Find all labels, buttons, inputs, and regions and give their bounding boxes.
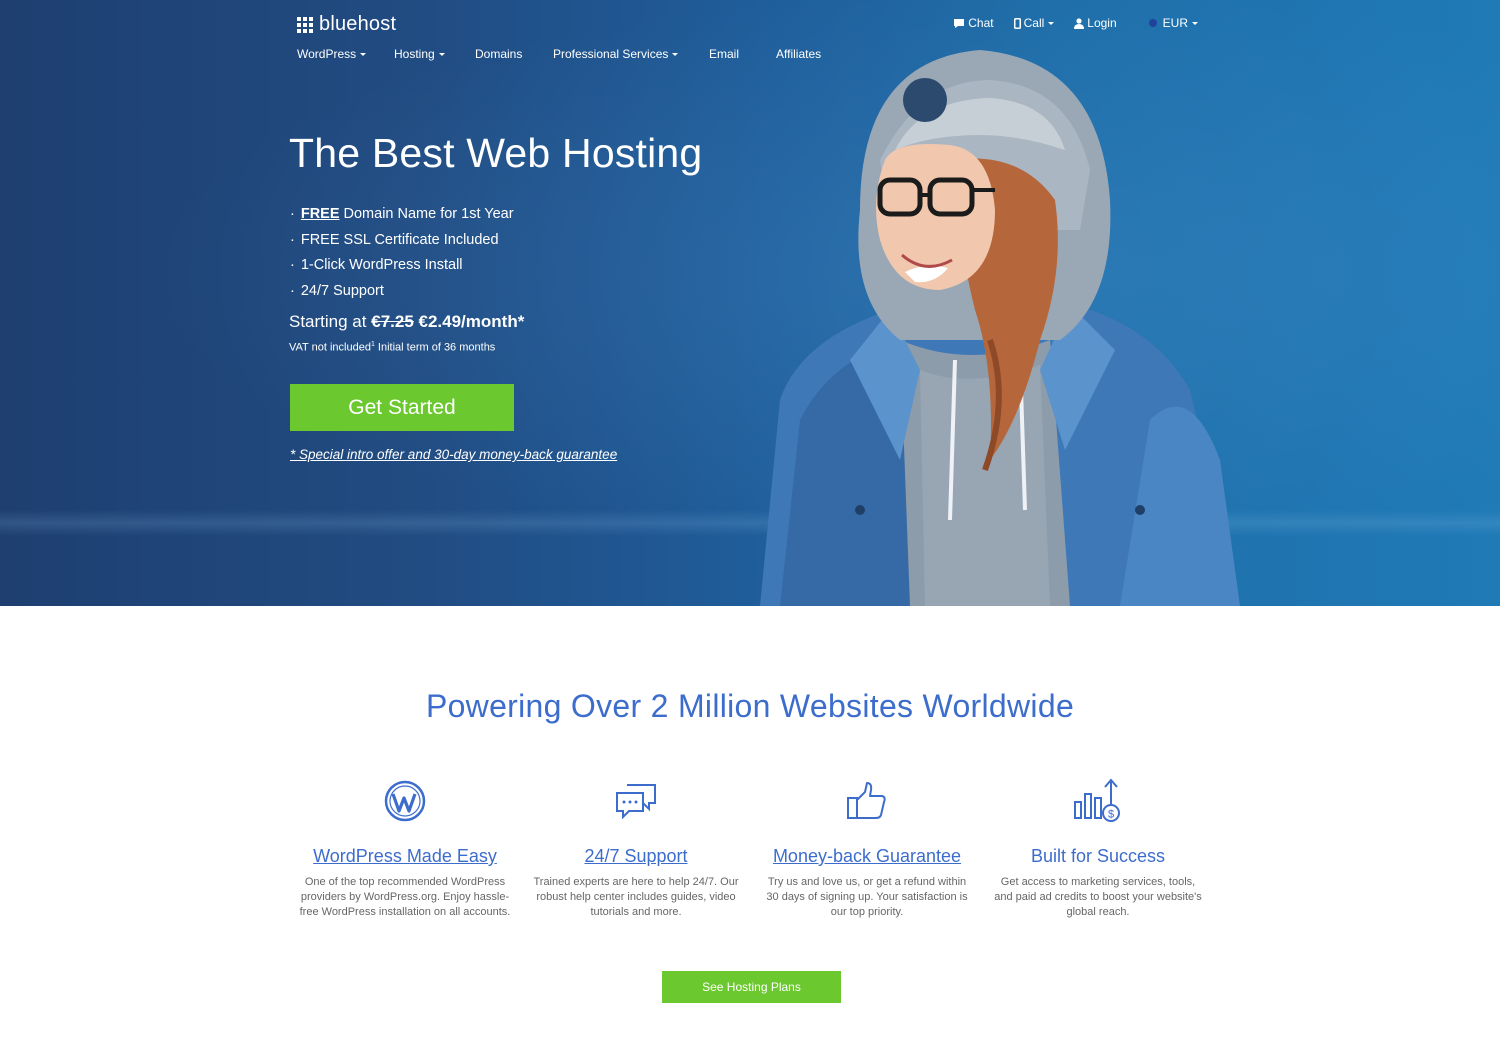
call-dropdown[interactable]: Call [1013,16,1055,30]
free-emphasis: FREE [300,206,340,222]
currency-label: EUR [1162,16,1188,30]
feature-title-link[interactable]: WordPress Made Easy [313,846,497,867]
feature-success: $ Built for Success Get access to market… [988,776,1208,920]
nav-label: Professional Services [553,47,669,61]
currency-dropdown[interactable]: EUR [1148,16,1198,30]
feature-title-link[interactable]: 24/7 Support [584,846,687,867]
offer-guarantee-link[interactable]: * Special intro offer and 30-day money-b… [290,447,617,462]
chevron-down-icon [1048,21,1055,25]
svg-text:$: $ [1108,809,1114,821]
chevron-down-icon [438,52,445,56]
nav-email[interactable]: Email [709,47,776,61]
growth-chart-icon: $ [1074,778,1120,822]
thumbs-up-icon [847,782,886,819]
hero-photo-woman [760,50,1240,606]
hero-title: The Best Web Hosting [289,130,703,176]
utility-nav: Chat Call Login EUR [933,16,1198,30]
eu-flag-icon [1148,19,1157,27]
user-icon [1074,17,1085,29]
login-label: Login [1087,16,1117,30]
bullet-text: Domain Name for 1st Year [343,206,514,222]
logo-text: bluehost [319,13,397,35]
bluehost-logo[interactable]: bluehost [297,13,396,36]
chat-icon [954,18,965,28]
price-prefix: Starting at [289,312,367,331]
price-new: €2.49/month* [418,312,525,331]
term-text: Initial term of 36 months [377,341,496,354]
chevron-down-icon [672,52,679,56]
feature-title: Built for Success [1030,846,1166,866]
nav-label: Email [709,47,740,61]
vat-text: VAT not included [289,341,371,354]
nav-affiliates[interactable]: Affiliates [776,47,821,61]
price-line: Starting at €7.25 €2.49/month* [289,312,524,332]
list-item: · 1-Click WordPress Install [290,255,514,281]
chat-link[interactable]: Chat [953,16,994,30]
feature-title-link[interactable]: Money-back Guarantee [773,846,961,867]
feature-wordpress: WordPress Made Easy One of the top recom… [295,776,515,920]
vat-note: VAT not included1 Initial term of 36 mon… [289,341,495,354]
chat-bubbles-icon [616,784,656,819]
bullet-dot: · [290,206,295,222]
get-started-button[interactable]: Get Started [290,384,514,431]
vat-footnote: 1 [370,341,375,348]
bullet-text: FREE SSL Certificate Included [300,231,499,248]
section-title: Powering Over 2 Million Websites Worldwi… [425,688,1075,724]
nav-wordpress[interactable]: WordPress [297,47,394,61]
list-item: · 24/7 Support [290,281,514,307]
chevron-down-icon [360,52,367,56]
bullet-dot: · [290,257,295,273]
feature-description: Get access to marketing services, tools,… [994,876,1202,918]
logo-grid-icon [297,16,313,33]
feature-description: Try us and love us, or get a refund with… [766,876,968,918]
bullet-dot: · [290,231,295,248]
bullet-text: 1-Click WordPress Install [300,257,463,273]
nav-label: Affiliates [776,47,822,61]
nav-professional-services[interactable]: Professional Services [553,47,709,61]
feature-money-back: Money-back Guarantee Try us and love us,… [757,776,977,920]
nav-label: Domains [475,47,523,61]
nav-hosting[interactable]: Hosting [394,47,475,61]
feature-description: Trained experts are here to help 24/7. O… [533,876,739,918]
nav-label: WordPress [297,47,357,61]
nav-domains[interactable]: Domains [475,47,553,61]
chat-label: Chat [968,16,994,30]
phone-icon [1013,17,1021,29]
list-item: · FREE Domain Name for 1st Year [290,204,514,230]
list-item: · FREE SSL Certificate Included [290,230,514,256]
login-link[interactable]: Login [1074,16,1117,30]
main-nav: WordPress Hosting Domains Professional S… [297,47,821,61]
feature-support: 24/7 Support Trained experts are here to… [526,776,746,920]
call-label: Call [1023,16,1045,30]
price-old: €7.25 [371,312,414,331]
bullet-text: 24/7 Support [300,282,384,299]
bullet-dot: · [290,282,295,299]
hero-feature-list: · FREE Domain Name for 1st Year · FREE S… [290,204,514,306]
hero-banner: bluehost Chat Call Login EUR WordPress H [0,0,1500,606]
see-hosting-plans-button[interactable]: See Hosting Plans [662,971,841,1003]
nav-label: Hosting [394,47,435,61]
wordpress-icon [384,780,426,822]
feature-description: One of the top recommended WordPress pro… [299,876,511,918]
chevron-down-icon [1192,21,1198,25]
